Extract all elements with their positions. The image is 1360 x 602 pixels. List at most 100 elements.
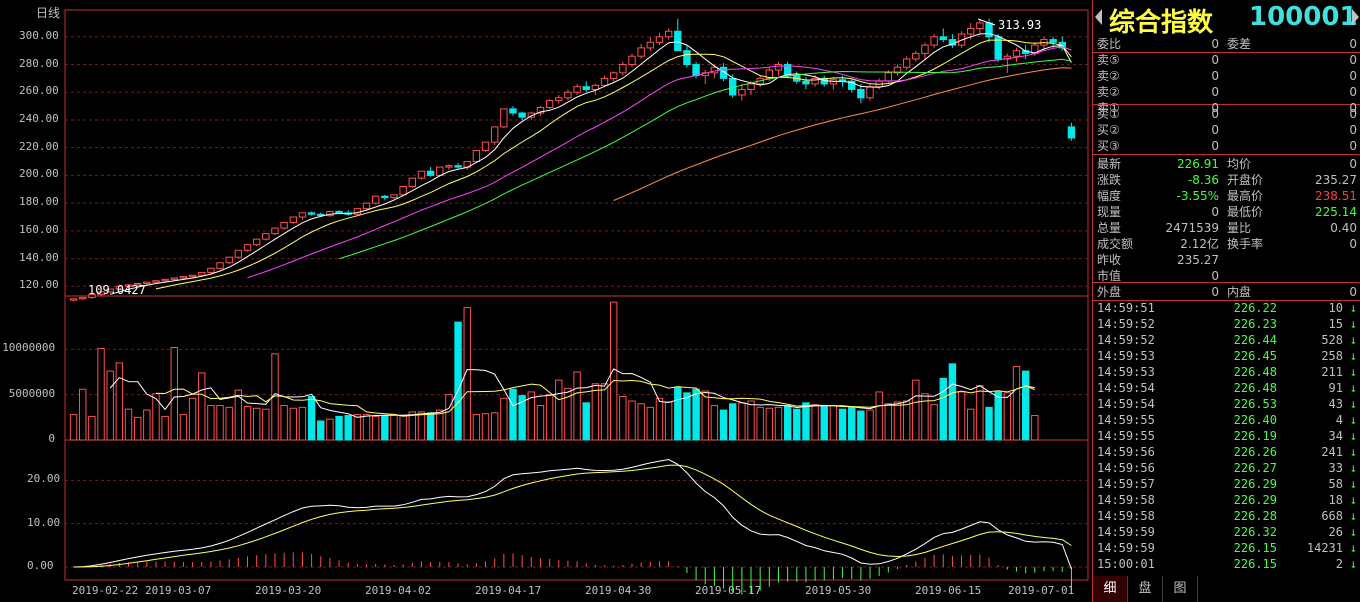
tick-volume: 26 — [1328, 525, 1343, 539]
quote-value: 0 — [1211, 269, 1219, 283]
candle-body — [161, 278, 169, 282]
tick-row[interactable]: 14:59:56 226.27 33 ↓ — [1093, 460, 1360, 476]
tick-row[interactable]: 14:59:53 226.45 258 ↓ — [1093, 348, 1360, 364]
tick-row[interactable]: 14:59:59 226.32 26 ↓ — [1093, 524, 1360, 540]
down-arrow-icon: ↓ — [1349, 461, 1357, 475]
candle-body — [69, 298, 78, 301]
down-arrow-icon: ↓ — [1349, 349, 1357, 363]
quote-row: 卖⑤ 0 0 — [1093, 52, 1360, 68]
kline-chart[interactable]: 313.93 109.0427 — [0, 0, 1092, 602]
candle-body — [280, 222, 288, 229]
quote-value: -3.55% — [1176, 189, 1219, 203]
tick-row[interactable]: 14:59:56 226.26 241 ↓ — [1093, 444, 1360, 460]
candle-body — [271, 227, 279, 235]
candle-body — [747, 83, 755, 90]
quote-row: 买③ 0 0 — [1093, 138, 1360, 154]
quote-value: 0 — [1349, 85, 1357, 99]
quote-label: 卖② — [1097, 85, 1120, 99]
quote-value: 0 — [1349, 123, 1357, 137]
tab-graph[interactable]: 图 — [1163, 576, 1198, 602]
volume-bar — [362, 414, 371, 441]
candle-body — [600, 77, 609, 86]
candle-body — [408, 177, 416, 187]
quote-value: 225.14 — [1315, 205, 1357, 219]
quote-row: 市值 0 — [1093, 268, 1360, 284]
candle-body — [866, 86, 874, 99]
next-arrow-icon[interactable] — [1352, 9, 1359, 25]
volume-bar — [500, 397, 508, 441]
candle-body — [921, 44, 929, 54]
volume-bar — [115, 362, 124, 441]
candle-body — [1067, 126, 1076, 139]
tick-volume: 58 — [1328, 477, 1343, 491]
prev-arrow-icon[interactable] — [1095, 9, 1102, 25]
quote-value: 0 — [1211, 69, 1219, 83]
volume-bar — [600, 383, 609, 441]
volume-bar — [298, 406, 307, 441]
tick-row[interactable]: 14:59:55 226.19 34 ↓ — [1093, 428, 1360, 444]
tick-row[interactable]: 14:59:57 226.29 58 ↓ — [1093, 476, 1360, 492]
tab-book[interactable]: 盘 — [1128, 576, 1163, 602]
tick-row[interactable]: 14:59:55 226.40 4 ↓ — [1093, 412, 1360, 428]
tick-volume: 4 — [1335, 413, 1343, 427]
quote-row: 总量 2471539 量比 0.40 — [1093, 220, 1360, 236]
tab-detail[interactable]: 细 — [1093, 576, 1128, 602]
candle-body — [307, 212, 316, 215]
volume-bar — [216, 405, 224, 441]
volume-bar — [802, 402, 810, 441]
volume-bar — [262, 408, 270, 441]
quote-row: 现量 0 最低价 225.14 — [1093, 204, 1360, 220]
quote-label: 委差 — [1227, 37, 1252, 51]
quote-label: 昨收 — [1097, 253, 1122, 267]
tick-row[interactable]: 14:59:54 226.53 43 ↓ — [1093, 396, 1360, 412]
volume-bar — [902, 400, 911, 441]
down-arrow-icon: ↓ — [1349, 333, 1357, 347]
tick-row[interactable]: 15:00:01 226.15 2 ↓ — [1093, 556, 1360, 572]
tick-volume: 668 — [1321, 509, 1343, 523]
quote-value: 238.51 — [1315, 189, 1357, 203]
price-tick-label: 260.00 — [19, 84, 59, 98]
quote-value: 0 — [1211, 53, 1219, 67]
candle-body — [289, 216, 297, 224]
tick-row[interactable]: 14:59:54 226.48 91 ↓ — [1093, 380, 1360, 396]
tick-row[interactable]: 14:59:53 226.48 211 ↓ — [1093, 364, 1360, 380]
tick-volume: 43 — [1328, 397, 1343, 411]
tick-row[interactable]: 14:59:51 226.22 10 ↓ — [1093, 300, 1360, 316]
volume-bar — [170, 347, 178, 441]
quote-sidebar: 综合指数 100001 委比 0 委差 0 卖⑤ 0 0 卖② 0 0 卖② 0 0 卖① 0 0 买① 0 0 买②… — [1092, 0, 1360, 602]
date-tick-label: 2019-05-30 — [805, 584, 872, 597]
volume-bar — [88, 415, 96, 441]
volume-bar — [783, 405, 792, 441]
volume-bar — [1031, 415, 1039, 441]
ma-line — [338, 58, 1072, 260]
down-arrow-icon: ↓ — [1349, 429, 1357, 443]
volume-bar — [436, 409, 444, 441]
quote-value: 0 — [1211, 37, 1219, 51]
tick-row[interactable]: 14:59:59 226.15 14231 ↓ — [1093, 540, 1360, 556]
volume-bar — [481, 413, 490, 441]
tick-row[interactable]: 14:59:52 226.23 15 ↓ — [1093, 316, 1360, 332]
candle-body — [582, 86, 590, 90]
candle-body — [738, 88, 746, 96]
volume-bar — [344, 415, 352, 441]
candle-body — [362, 202, 371, 210]
candle-body — [298, 212, 307, 218]
tick-volume: 2 — [1335, 557, 1343, 571]
price-tick-label: 160.00 — [19, 222, 59, 236]
quote-value: 0 — [1349, 107, 1357, 121]
tick-row[interactable]: 14:59:58 226.28 668 ↓ — [1093, 508, 1360, 524]
tick-row[interactable]: 14:59:52 226.44 528 ↓ — [1093, 332, 1360, 348]
tick-time: 14:59:54 — [1097, 381, 1155, 395]
tick-row[interactable]: 14:59:58 226.29 18 ↓ — [1093, 492, 1360, 508]
quote-value: 0 — [1349, 237, 1357, 251]
period-label: 日线 — [36, 6, 61, 20]
quote-row: 幅度 -3.55% 最高价 238.51 — [1093, 188, 1360, 204]
candle-body — [243, 244, 252, 251]
volume-bar — [683, 392, 691, 441]
price-tick-label: 280.00 — [19, 56, 59, 70]
volume-bar — [939, 377, 947, 441]
tick-price: 226.48 — [1233, 365, 1277, 379]
tick-price: 226.28 — [1233, 509, 1277, 523]
tick-time: 14:59:55 — [1097, 429, 1155, 443]
candle-body — [802, 80, 810, 85]
